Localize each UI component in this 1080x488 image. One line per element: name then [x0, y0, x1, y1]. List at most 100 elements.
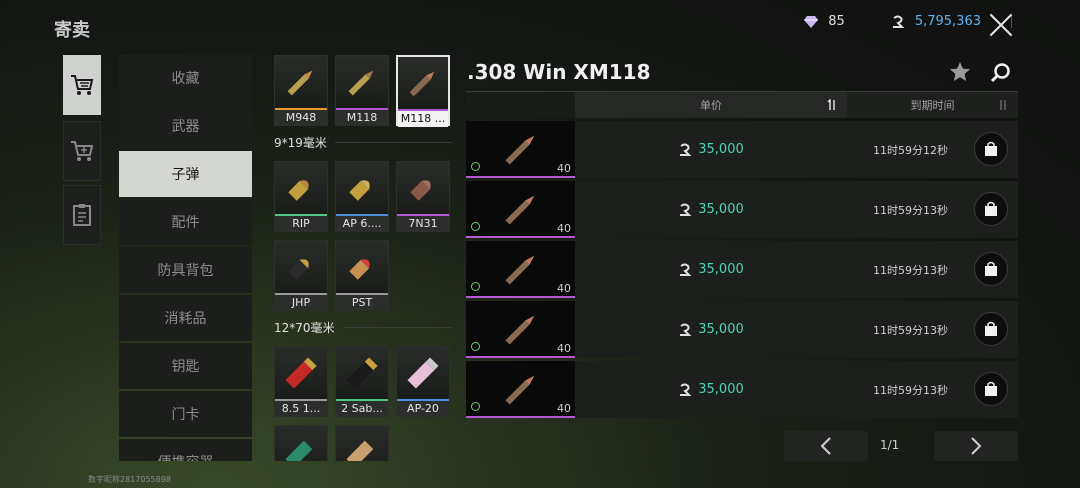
buy-button[interactable]	[974, 132, 1008, 166]
coin-icon	[892, 15, 905, 28]
chevron-right-icon	[971, 437, 982, 455]
ammo-label: JHP	[275, 293, 327, 311]
column-price[interactable]: 单价	[575, 92, 847, 118]
next-page-button[interactable]	[934, 431, 1018, 461]
category-keys[interactable]: 钥匙	[119, 343, 252, 389]
shotgun-shell-icon	[275, 347, 327, 399]
ammo-card[interactable]: AP 6....	[335, 161, 389, 232]
coin-icon	[680, 143, 692, 156]
table-row[interactable]: 40 35,000 11时59分12秒	[466, 121, 1018, 178]
status-dot	[471, 402, 480, 411]
category-consumables[interactable]: 消耗品	[119, 295, 252, 341]
diamond-icon	[804, 15, 819, 28]
tab-sell[interactable]	[63, 121, 101, 181]
table-row[interactable]: 40 35,000 11时59分13秒	[466, 361, 1018, 418]
cart-icon	[71, 75, 94, 95]
shopping-bag-icon	[985, 321, 997, 336]
prev-page-button[interactable]	[784, 431, 868, 461]
shotgun-shell-icon	[336, 426, 388, 461]
table-row[interactable]: 40 35,000 11时59分13秒	[466, 241, 1018, 298]
price-value: 35,000	[698, 262, 744, 277]
item-title: .308 Win XM118	[467, 60, 651, 84]
shopping-bag-icon	[985, 201, 997, 216]
price-value: 35,000	[698, 322, 744, 337]
ammo-card[interactable]	[335, 425, 389, 461]
ammo-label: AP 6....	[336, 214, 388, 232]
coin-icon	[680, 203, 692, 216]
price-cell: 35,000	[575, 121, 847, 178]
price-cell: 35,000	[575, 361, 847, 418]
ammo-card[interactable]: AP-20	[396, 346, 450, 417]
coin-icon	[680, 383, 692, 396]
buy-button[interactable]	[974, 372, 1008, 406]
bullet-icon	[505, 255, 535, 285]
page-title: 寄卖	[54, 20, 90, 41]
ammo-card[interactable]: 2 Sab...	[335, 346, 389, 417]
price-value: 35,000	[698, 382, 744, 397]
category-favorites[interactable]: 收藏	[119, 55, 252, 101]
category-containers[interactable]: 便携容器	[119, 439, 252, 461]
close-button[interactable]	[986, 10, 1016, 40]
ammo-label: M118	[336, 108, 388, 126]
column-expire[interactable]: 到期时间	[847, 92, 1018, 118]
ammo-card[interactable]: M948	[274, 55, 328, 126]
ammo-card-selected[interactable]: M118 ...	[396, 55, 450, 127]
pistol-bullet-icon	[397, 162, 449, 214]
item-quantity: 40	[557, 282, 571, 295]
category-weapons[interactable]: 武器	[119, 103, 252, 149]
item-quantity: 40	[557, 402, 571, 415]
category-list: 收藏 武器 子弹 配件 防具背包 消耗品 钥匙 门卡 便携容器	[119, 55, 252, 461]
price-value: 35,000	[698, 202, 744, 217]
rifle-bullet-icon	[398, 57, 448, 109]
ammo-card[interactable]: PST	[335, 240, 389, 311]
sort-icon	[1000, 100, 1006, 110]
ammo-card[interactable]: JHP	[274, 240, 328, 311]
expire-cell: 11时59分13秒	[873, 383, 948, 397]
ammo-label: 8.5 1...	[275, 399, 327, 417]
price-cell: 35,000	[575, 301, 847, 358]
item-thumbnail: 40	[466, 241, 575, 298]
shopping-bag-icon	[985, 141, 997, 156]
ammo-card[interactable]: 8.5 1...	[274, 346, 328, 417]
coin-count: 5,795,363	[914, 14, 981, 29]
ammo-card[interactable]	[274, 425, 328, 461]
ammo-label: RIP	[275, 214, 327, 232]
ammo-label: 7N31	[397, 214, 449, 232]
table-row[interactable]: 40 35,000 11时59分13秒	[466, 301, 1018, 358]
table-row[interactable]: 40 35,000 11时59分13秒	[466, 181, 1018, 238]
category-armor[interactable]: 防具背包	[119, 247, 252, 293]
sort-icon	[827, 99, 835, 110]
item-quantity: 40	[557, 342, 571, 355]
ammo-label: 2 Sab...	[336, 399, 388, 417]
search-icon[interactable]	[990, 62, 1012, 84]
status-dot	[471, 342, 480, 351]
category-keycards[interactable]: 门卡	[119, 391, 252, 437]
item-thumbnail: 40	[466, 301, 575, 358]
status-dot	[471, 162, 480, 171]
item-quantity: 40	[557, 222, 571, 235]
tab-buy[interactable]	[63, 55, 101, 115]
category-attachments[interactable]: 配件	[119, 199, 252, 245]
ammo-group-title: 12*70毫米	[274, 319, 452, 336]
item-quantity: 40	[557, 162, 571, 175]
buy-button[interactable]	[974, 192, 1008, 226]
rifle-bullet-icon	[275, 56, 327, 108]
expire-cell: 11时59分13秒	[873, 263, 948, 277]
buy-button[interactable]	[974, 312, 1008, 346]
status-dot	[471, 282, 480, 291]
price-value: 35,000	[698, 142, 744, 157]
item-thumbnail: 40	[466, 121, 575, 178]
ammo-card[interactable]: RIP	[274, 161, 328, 232]
price-cell: 35,000	[575, 181, 847, 238]
buy-button[interactable]	[974, 252, 1008, 286]
tab-records[interactable]	[63, 185, 101, 245]
category-ammo[interactable]: 子弹	[119, 151, 252, 197]
ammo-card[interactable]: 7N31	[396, 161, 450, 232]
ammo-label: AP-20	[397, 399, 449, 417]
star-icon[interactable]	[948, 60, 972, 84]
listing-table: 单价 到期时间 40 35,000 11时59分12秒 40 35,000 11…	[466, 91, 1018, 426]
ammo-card[interactable]: M118	[335, 55, 389, 126]
shopping-bag-icon	[985, 381, 997, 396]
item-thumbnail: 40	[466, 181, 575, 238]
status-dot	[471, 222, 480, 231]
